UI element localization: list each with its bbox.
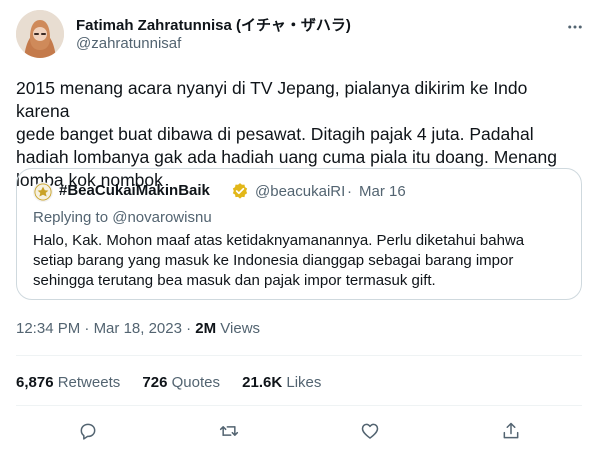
likes-count: 21.6K bbox=[242, 374, 283, 391]
divider bbox=[16, 355, 582, 356]
quoted-tweet-card[interactable]: #BeaCukaiMakinBaik @beacukaiRI · Mar 16 … bbox=[16, 168, 582, 300]
author-handle[interactable]: @zahratunnisaf bbox=[76, 35, 181, 52]
quoted-tweet-date[interactable]: Mar 16 bbox=[359, 183, 406, 200]
views-label: Views bbox=[216, 320, 261, 337]
quoted-tweet-text: Halo, Kak. Mohon maaf atas ketidaknyaman… bbox=[33, 232, 525, 289]
quoted-author-handle[interactable]: @beacukaiRI bbox=[255, 183, 345, 200]
more-icon[interactable] bbox=[564, 16, 586, 38]
tweet-date[interactable]: Mar 18, 2023 bbox=[94, 320, 182, 337]
retweets-stat[interactable]: 6,876 Retweets bbox=[16, 374, 120, 391]
author-name[interactable]: Fatimah Zahratunnisa (イチャ・ザハラ) bbox=[76, 14, 351, 35]
action-bar bbox=[0, 418, 598, 444]
meta-separator: · bbox=[80, 320, 94, 337]
retweets-label: Retweets bbox=[53, 374, 121, 391]
replying-prefix: Replying to bbox=[33, 209, 113, 226]
verified-icon bbox=[231, 182, 249, 200]
like-icon[interactable] bbox=[357, 418, 383, 444]
reply-icon[interactable] bbox=[75, 418, 101, 444]
tweet-time[interactable]: 12:34 PM bbox=[16, 320, 80, 337]
replying-to: Replying to @novarowisnu bbox=[33, 209, 212, 226]
share-icon[interactable] bbox=[498, 418, 524, 444]
views-count: 2M bbox=[195, 320, 217, 337]
quotes-label: Quotes bbox=[167, 374, 220, 391]
quotes-stat[interactable]: 726 Quotes bbox=[142, 374, 220, 391]
quoted-author-name[interactable]: #BeaCukaiMakinBaik bbox=[59, 182, 210, 199]
quotes-count: 726 bbox=[142, 374, 168, 391]
tweet-stats: 6,876 Retweets 726 Quotes 21.6K Likes bbox=[16, 374, 339, 391]
divider bbox=[16, 405, 582, 406]
separator-dot: · bbox=[347, 183, 352, 200]
retweets-count: 6,876 bbox=[16, 374, 54, 391]
likes-stat[interactable]: 21.6K Likes bbox=[242, 374, 321, 391]
author-avatar[interactable] bbox=[16, 10, 64, 58]
tweet-meta: 12:34 PM · Mar 18, 2023 · 2M Views bbox=[16, 320, 260, 337]
replying-mention[interactable]: @novarowisnu bbox=[112, 209, 211, 226]
meta-separator: · bbox=[181, 320, 196, 337]
quoted-author-avatar[interactable] bbox=[33, 182, 53, 202]
likes-label: Likes bbox=[282, 374, 322, 391]
retweet-icon[interactable] bbox=[216, 418, 242, 444]
